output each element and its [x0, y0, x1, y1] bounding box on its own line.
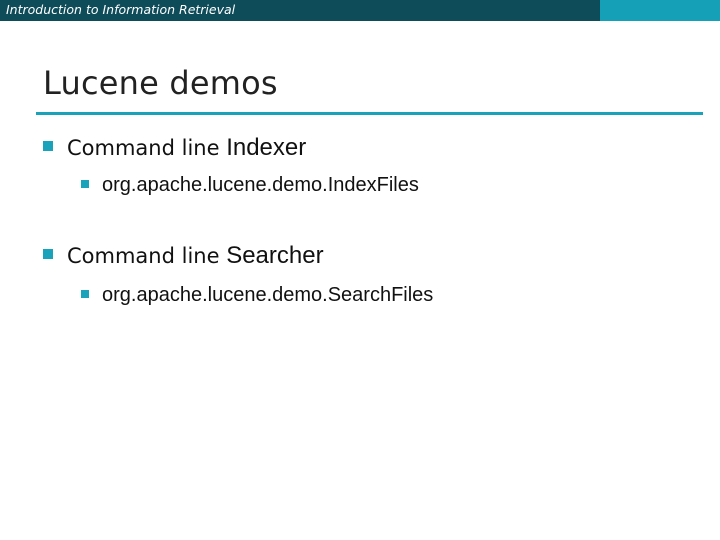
square-bullet-icon [81, 179, 89, 188]
bullet-term: Indexer [226, 134, 307, 161]
slide-title: Lucene demos [43, 64, 278, 102]
sub-bullet-text: org.apache.lucene.demo.IndexFiles [102, 174, 419, 196]
square-bullet-icon [81, 289, 89, 298]
title-divider [36, 112, 703, 115]
square-bullet-icon [43, 141, 53, 151]
bullet-term: Searcher [226, 242, 324, 269]
bullet-prefix: Command line [67, 136, 227, 160]
course-title: Introduction to Information Retrieval [6, 2, 236, 17]
header-accent-block [600, 0, 720, 21]
bullet-indexer: Command line Indexer [43, 134, 306, 162]
square-bullet-icon [43, 249, 53, 259]
sub-bullet-searchfiles: org.apache.lucene.demo.SearchFiles [81, 284, 433, 307]
sub-bullet-indexfiles: org.apache.lucene.demo.IndexFiles [81, 174, 419, 197]
bullet-prefix: Command line [67, 244, 227, 268]
sub-bullet-text: org.apache.lucene.demo.SearchFiles [102, 284, 434, 306]
bullet-searcher: Command line Searcher [43, 242, 324, 270]
